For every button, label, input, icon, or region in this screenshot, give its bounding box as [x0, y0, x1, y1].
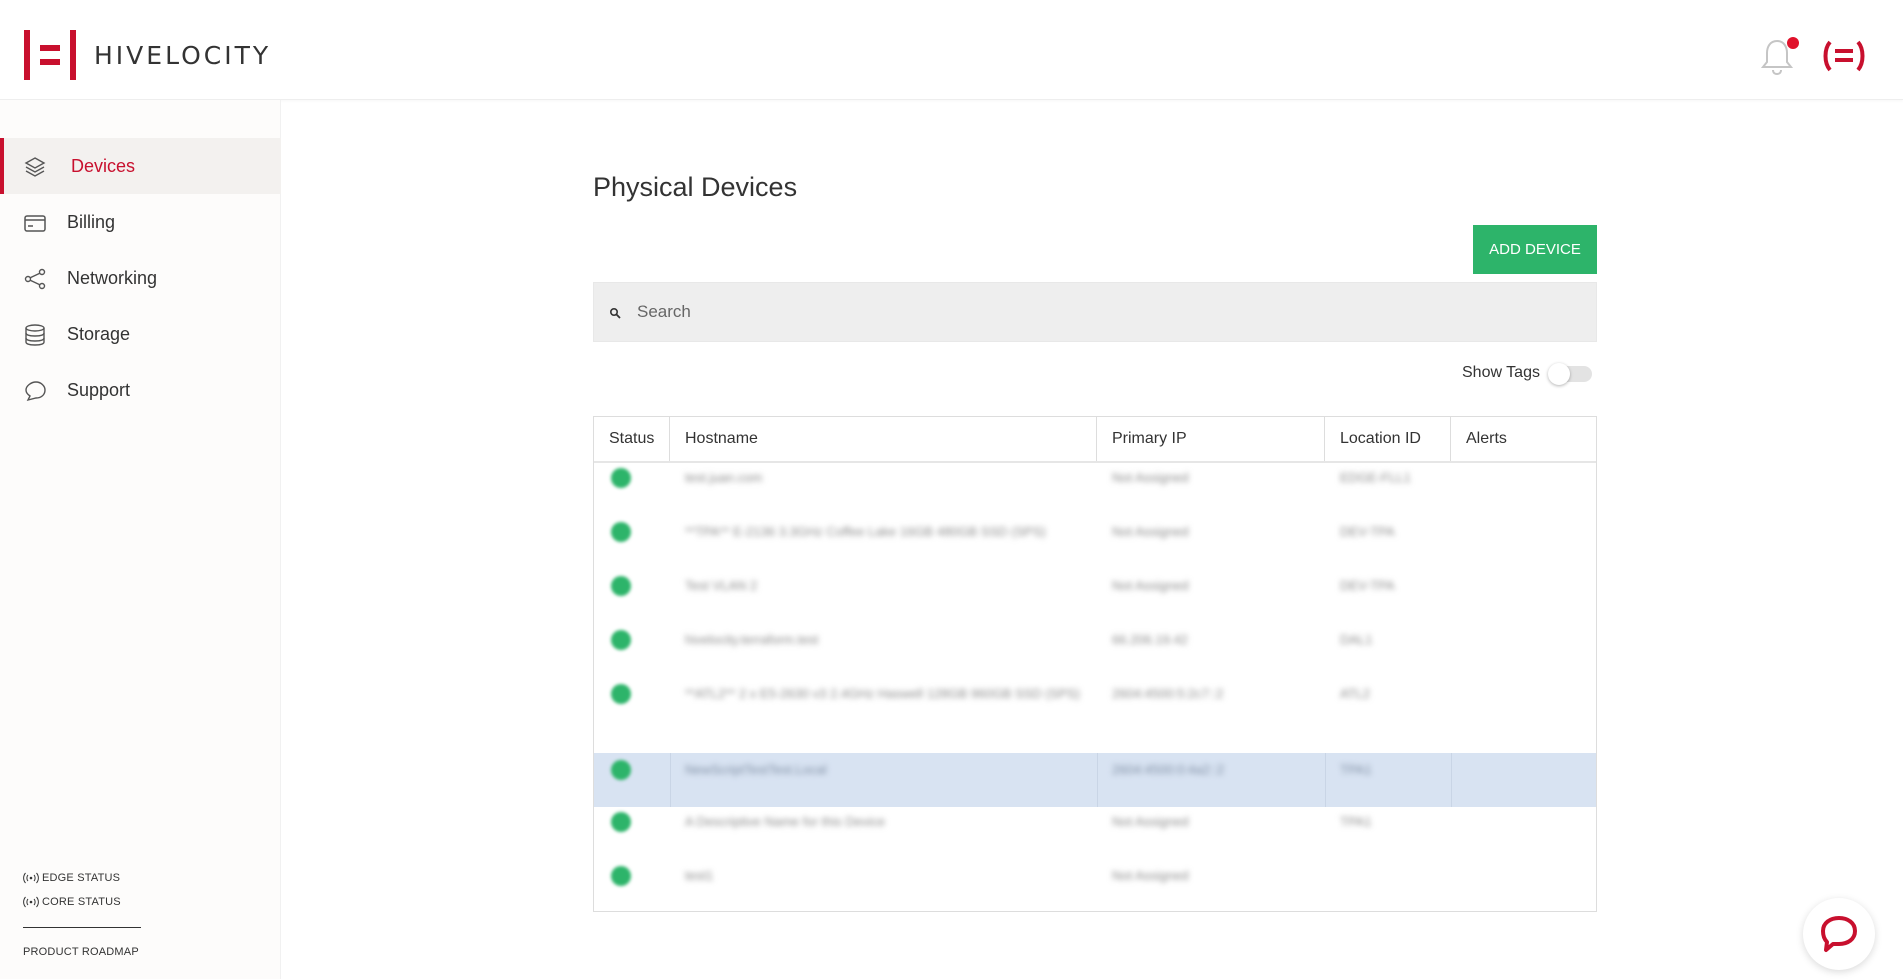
primary-ip-cell: Not Assigned	[1112, 814, 1189, 829]
table-row[interactable]: **TPA** E-2136 3.3GHz Coffee Lake 16GB 4…	[594, 517, 1596, 571]
hostname-cell: NewScriptTestTest.Local	[685, 762, 827, 777]
primary-ip-cell: 2604:4500:0:4a2::2	[1112, 762, 1225, 777]
table-row[interactable]: hivelocity.terraform.test 66.206.19.42 D…	[594, 625, 1596, 679]
status-online-icon	[611, 522, 631, 542]
add-device-button[interactable]: ADD DEVICE	[1473, 225, 1597, 274]
hostname-cell: A Descriptive Name for this Device	[685, 814, 886, 829]
table-row[interactable]: **ATL2** 2 x E5-2630 v3 2.4GHz Haswell 1…	[594, 679, 1596, 753]
table-header: Status Hostname Primary IP Location ID A…	[594, 417, 1596, 463]
primary-ip-cell: Not Assigned	[1112, 578, 1189, 593]
sidebar-item-billing[interactable]: Billing	[0, 194, 281, 250]
column-header-hostname[interactable]: Hostname	[670, 417, 1097, 461]
logo-text: HIVELOCITY	[94, 40, 272, 70]
chat-bubble-icon	[25, 381, 46, 402]
sidebar-item-storage[interactable]: Storage	[0, 306, 281, 362]
primary-ip-cell: Not Assigned	[1112, 524, 1189, 539]
table-row-selected[interactable]: NewScriptTestTest.Local 2604:4500:0:4a2:…	[594, 753, 1596, 807]
column-header-alerts[interactable]: Alerts	[1451, 417, 1596, 461]
primary-ip-cell: Not Assigned	[1112, 470, 1189, 485]
signal-icon	[23, 872, 39, 884]
sidebar-item-label: Billing	[67, 211, 116, 232]
sidebar-item-label: Networking	[67, 267, 158, 288]
location-cell: TPA1	[1340, 762, 1372, 777]
search-input[interactable]	[637, 283, 1577, 341]
top-header: HIVELOCITY	[0, 0, 1903, 100]
status-online-icon	[611, 866, 631, 886]
product-roadmap-link[interactable]: PRODUCT ROADMAP	[23, 946, 139, 958]
devices-table: Status Hostname Primary IP Location ID A…	[593, 416, 1597, 912]
hostname-cell: Test VLAN 2	[685, 578, 758, 593]
search-icon	[609, 307, 621, 319]
layers-icon	[24, 157, 46, 177]
edge-status-label: EDGE STATUS	[42, 872, 121, 884]
show-tags-toggle[interactable]	[1548, 363, 1592, 385]
primary-ip-cell: 2604:4500:5:2c7::2	[1112, 686, 1224, 701]
table-row[interactable]: test.juan.com Not Assigned EDGE-FLL1	[594, 463, 1596, 517]
credit-card-icon	[24, 215, 46, 232]
status-online-icon	[611, 576, 631, 596]
share-icon	[24, 268, 46, 290]
column-header-primary-ip[interactable]: Primary IP	[1097, 417, 1325, 461]
toggle-knob	[1548, 363, 1570, 385]
table-row[interactable]: test1 Not Assigned	[594, 861, 1596, 911]
account-menu-icon[interactable]	[1822, 39, 1866, 73]
location-cell: TPA1	[1340, 814, 1372, 829]
hostname-cell: **ATL2** 2 x E5-2630 v3 2.4GHz Haswell 1…	[685, 686, 1081, 701]
sidebar: Devices Billing Networking Storage Suppo…	[0, 100, 281, 979]
status-online-icon	[611, 684, 631, 704]
location-cell: ATL2	[1340, 686, 1371, 701]
sidebar-item-devices[interactable]: Devices	[0, 138, 281, 194]
sidebar-item-networking[interactable]: Networking	[0, 250, 281, 306]
table-row[interactable]: Test VLAN 2 Not Assigned DEV-TPA	[594, 571, 1596, 625]
live-chat-button[interactable]	[1803, 898, 1875, 970]
sidebar-divider	[23, 927, 141, 928]
edge-status-link[interactable]: EDGE STATUS	[23, 872, 120, 884]
signal-icon	[23, 896, 39, 908]
table-row[interactable]: A Descriptive Name for this Device Not A…	[594, 807, 1596, 861]
search-bar	[593, 282, 1597, 342]
hivelocity-logo[interactable]: HIVELOCITY	[24, 30, 271, 80]
location-cell: DAL1	[1340, 632, 1373, 647]
location-cell: DEV-TPA	[1340, 524, 1395, 539]
status-online-icon	[611, 468, 631, 488]
hostname-cell: test1	[685, 868, 714, 883]
chat-icon	[1821, 916, 1857, 952]
primary-ip-cell: Not Assigned	[1112, 868, 1189, 883]
sidebar-item-label: Support	[67, 379, 131, 400]
location-cell: DEV-TPA	[1340, 578, 1395, 593]
logo-mark-icon	[24, 30, 76, 80]
core-status-label: CORE STATUS	[42, 896, 121, 908]
sidebar-item-label: Devices	[71, 155, 136, 176]
primary-ip-cell: 66.206.19.42	[1112, 632, 1188, 647]
core-status-link[interactable]: CORE STATUS	[23, 896, 121, 908]
show-tags-label: Show Tags	[1462, 364, 1540, 381]
sidebar-item-label: Storage	[67, 323, 131, 344]
status-online-icon	[611, 812, 631, 832]
column-header-status[interactable]: Status	[594, 417, 670, 461]
hostname-cell: hivelocity.terraform.test	[685, 632, 819, 647]
status-online-icon	[611, 760, 631, 780]
page-title: Physical Devices	[593, 172, 798, 202]
hostname-cell: test.juan.com	[685, 470, 763, 485]
column-header-location-id[interactable]: Location ID	[1325, 417, 1451, 461]
notification-badge	[1787, 37, 1799, 49]
status-online-icon	[611, 630, 631, 650]
hostname-cell: **TPA** E-2136 3.3GHz Coffee Lake 16GB 4…	[685, 524, 1046, 539]
database-icon	[25, 324, 45, 346]
sidebar-item-support[interactable]: Support	[0, 362, 281, 418]
location-cell: EDGE-FLL1	[1340, 470, 1411, 485]
